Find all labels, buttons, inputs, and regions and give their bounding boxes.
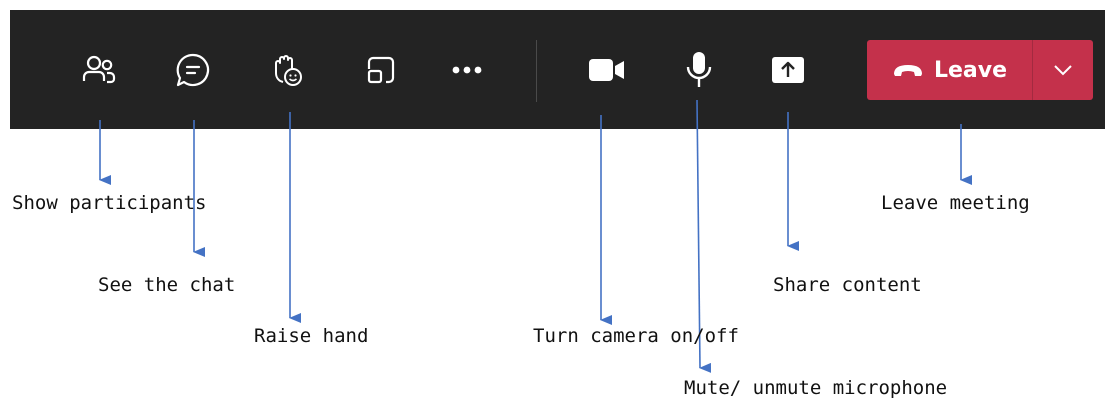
label-mute-microphone: Mute/ unmute microphone [684,377,948,399]
label-raise-hand: Raise hand [254,325,369,347]
label-turn-camera: Turn camera on/off [533,325,739,347]
label-show-participants: Show participants [12,192,207,214]
label-share-content: Share content [773,274,922,296]
label-leave-meeting: Leave meeting [881,192,1030,214]
label-see-the-chat: See the chat [98,274,236,296]
